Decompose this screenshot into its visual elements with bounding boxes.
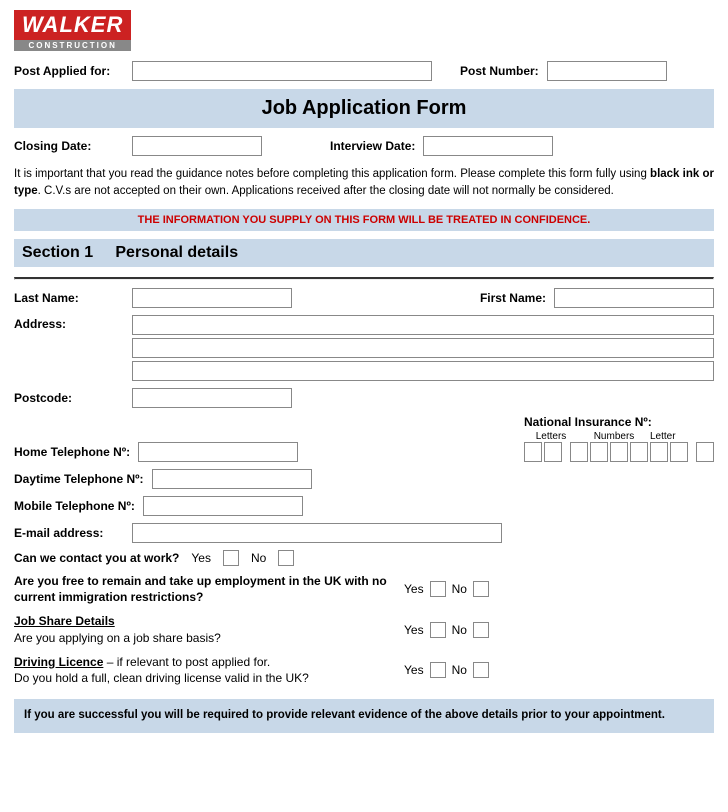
contact-work-label: Can we contact you at work?	[14, 551, 179, 565]
ni-label: National Insurance Nº:	[524, 415, 652, 429]
immigration-label: Are you free to remain and take up emplo…	[14, 574, 387, 605]
address-block: Address:	[14, 315, 714, 381]
driving-yes-checkbox[interactable]	[430, 662, 446, 678]
mobile-tel-input[interactable]	[143, 496, 303, 516]
job-share-desc: Are you applying on a job share basis?	[14, 630, 394, 647]
no-label-1: No	[251, 551, 266, 565]
address-line1[interactable]	[132, 315, 714, 335]
ni-letter-label: Letter	[650, 431, 668, 442]
address-label: Address:	[14, 315, 124, 331]
address-line2[interactable]	[132, 338, 714, 358]
job-share-no-checkbox[interactable]	[473, 622, 489, 638]
postcode-input[interactable]	[132, 388, 292, 408]
immigration-row: Are you free to remain and take up emplo…	[14, 573, 714, 607]
contact-no-checkbox[interactable]	[278, 550, 294, 566]
driving-licence-row: Driving Licence – if relevant to post ap…	[14, 654, 714, 688]
immigration-no-checkbox[interactable]	[473, 581, 489, 597]
home-tel-label: Home Telephone Nº:	[14, 445, 130, 459]
closing-date-input[interactable]	[132, 136, 262, 156]
first-name-label: First Name:	[480, 291, 546, 305]
name-row: Last Name: First Name:	[14, 288, 714, 308]
daytime-tel-label: Daytime Telephone Nº:	[14, 472, 144, 486]
logo: WALKER CONSTRUCTION	[14, 10, 131, 51]
immigration-yes-checkbox[interactable]	[430, 581, 446, 597]
logo-construction: CONSTRUCTION	[14, 40, 131, 51]
post-number-label: Post Number:	[460, 64, 539, 78]
header: WALKER CONSTRUCTION	[14, 10, 714, 51]
job-share-title: Job Share Details	[14, 614, 115, 628]
tel-ni-row: Home Telephone Nº: National Insurance Nº…	[14, 415, 714, 462]
home-tel-input[interactable]	[138, 442, 298, 462]
postcode-label: Postcode:	[14, 391, 124, 405]
no-label-2: No	[452, 582, 467, 596]
ni-numbers-label: Numbers	[578, 431, 650, 442]
section1-title: Section 1	[22, 244, 93, 261]
address-line3[interactable]	[132, 361, 714, 381]
yes-label-4: Yes	[404, 663, 424, 677]
daytime-tel-input[interactable]	[152, 469, 312, 489]
interview-date-label: Interview Date:	[330, 139, 415, 153]
ni-num3[interactable]	[610, 442, 628, 462]
driving-title: Driving Licence	[14, 655, 103, 669]
email-label: E-mail address:	[14, 526, 124, 540]
post-row: Post Applied for: Post Number:	[14, 61, 714, 81]
email-input[interactable]	[132, 523, 502, 543]
postcode-row: Postcode:	[14, 388, 714, 408]
no-label-4: No	[452, 663, 467, 677]
ni-letter1[interactable]	[524, 442, 542, 462]
contact-yes-checkbox[interactable]	[223, 550, 239, 566]
driving-no-checkbox[interactable]	[473, 662, 489, 678]
post-applied-input[interactable]	[132, 61, 432, 81]
driving-question: Do you hold a full, clean driving licens…	[14, 670, 394, 687]
ni-num4[interactable]	[630, 442, 648, 462]
ni-letters-label: Letters	[524, 431, 578, 442]
first-name-input[interactable]	[554, 288, 714, 308]
job-share-yes-checkbox[interactable]	[430, 622, 446, 638]
ni-num5[interactable]	[650, 442, 668, 462]
ni-letter2[interactable]	[544, 442, 562, 462]
post-applied-label: Post Applied for:	[14, 64, 124, 78]
info-bold: black ink or type	[14, 168, 714, 197]
ni-num6[interactable]	[670, 442, 688, 462]
email-row: E-mail address:	[14, 523, 714, 543]
ni-num2[interactable]	[590, 442, 608, 462]
section1-subtitle: Personal details	[115, 244, 238, 261]
mobile-tel-row: Mobile Telephone Nº:	[14, 496, 714, 516]
job-share-row: Job Share Details Are you applying on a …	[14, 613, 714, 647]
no-label-3: No	[452, 623, 467, 637]
ni-final-letter[interactable]	[696, 442, 714, 462]
form-title: Job Application Form	[14, 97, 714, 120]
yes-label-3: Yes	[404, 623, 424, 637]
interview-date-input[interactable]	[423, 136, 553, 156]
dates-row: Closing Date: Interview Date:	[14, 136, 714, 156]
address-inputs	[132, 315, 714, 381]
post-number-input[interactable]	[547, 61, 667, 81]
title-bar: Job Application Form	[14, 89, 714, 128]
logo-walker: WALKER	[14, 10, 131, 40]
yes-label-2: Yes	[404, 582, 424, 596]
driving-desc: – if relevant to post applied for.	[107, 655, 270, 669]
yes-label-1: Yes	[191, 551, 211, 565]
section-divider	[14, 277, 714, 280]
bottom-notice: If you are successful you will be requir…	[14, 699, 714, 732]
last-name-input[interactable]	[132, 288, 292, 308]
info-text: It is important that you read the guidan…	[14, 166, 714, 201]
ni-num1[interactable]	[570, 442, 588, 462]
section1-bar: Section 1 Personal details	[14, 239, 714, 267]
daytime-tel-row: Daytime Telephone Nº:	[14, 469, 714, 489]
confidence-bar: THE INFORMATION YOU SUPPLY ON THIS FORM …	[14, 209, 714, 231]
closing-date-label: Closing Date:	[14, 139, 124, 153]
contact-work-row: Can we contact you at work? Yes No	[14, 550, 714, 566]
last-name-label: Last Name:	[14, 291, 124, 305]
mobile-tel-label: Mobile Telephone Nº:	[14, 499, 135, 513]
